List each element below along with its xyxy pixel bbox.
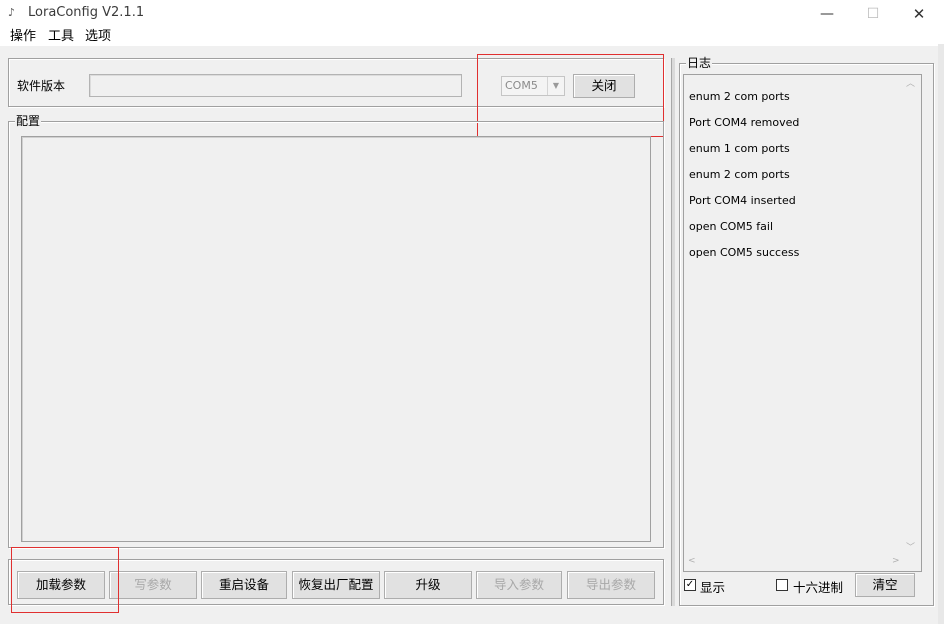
menu-tools[interactable]: 工具 [48, 28, 74, 46]
log-line: enum 2 com ports [689, 90, 790, 103]
log-line: enum 2 com ports [689, 168, 790, 181]
menu-bar: 操作 工具 选项 [0, 28, 944, 46]
app-icon: ♪ [8, 6, 16, 19]
window-title: LoraConfig V2.1.1 [28, 5, 145, 20]
show-label: 显示 [700, 580, 726, 595]
log-line: open COM5 fail [689, 220, 773, 233]
config-area [21, 136, 651, 542]
hex-label: 十六进制 [793, 580, 844, 595]
import-params-button[interactable]: 导入参数 [476, 571, 562, 599]
panel-splitter[interactable] [671, 58, 675, 606]
minimize-icon[interactable]: — [804, 0, 850, 28]
show-checkbox[interactable]: ✓ [684, 579, 696, 591]
version-field [89, 74, 462, 97]
background-window-edge [938, 44, 944, 624]
menu-operate[interactable]: 操作 [10, 28, 36, 46]
scroll-left-icon[interactable]: < [688, 556, 696, 566]
scroll-down-icon[interactable]: ﹀ [906, 540, 915, 553]
scroll-right-icon[interactable]: > [892, 556, 900, 566]
write-params-button[interactable]: 写参数 [109, 571, 197, 599]
config-group-label: 配置 [15, 114, 42, 128]
log-line: open COM5 success [689, 246, 800, 259]
export-params-button[interactable]: 导出参数 [567, 571, 655, 599]
title-bar: ♪ LoraConfig V2.1.1 — ☐ ✕ [0, 0, 944, 28]
log-line: enum 1 com ports [689, 142, 790, 155]
maximize-icon[interactable]: ☐ [850, 0, 896, 28]
scroll-up-icon[interactable]: ︿ [906, 76, 915, 89]
menu-options[interactable]: 选项 [85, 28, 111, 46]
factory-reset-button[interactable]: 恢复出厂配置 [292, 571, 380, 599]
version-label: 软件版本 [17, 79, 66, 93]
upgrade-button[interactable]: 升级 [384, 571, 472, 599]
highlight-load-box [11, 547, 119, 613]
hex-checkbox[interactable] [776, 579, 788, 591]
log-list[interactable]: enum 2 com ports Port COM4 removed enum … [683, 74, 922, 572]
close-icon[interactable]: ✕ [896, 0, 942, 28]
clear-log-button[interactable]: 清空 [855, 573, 915, 597]
log-line: Port COM4 inserted [689, 194, 796, 207]
log-line: Port COM4 removed [689, 116, 800, 129]
log-group-label: 日志 [686, 56, 713, 70]
restart-device-button[interactable]: 重启设备 [201, 571, 287, 599]
